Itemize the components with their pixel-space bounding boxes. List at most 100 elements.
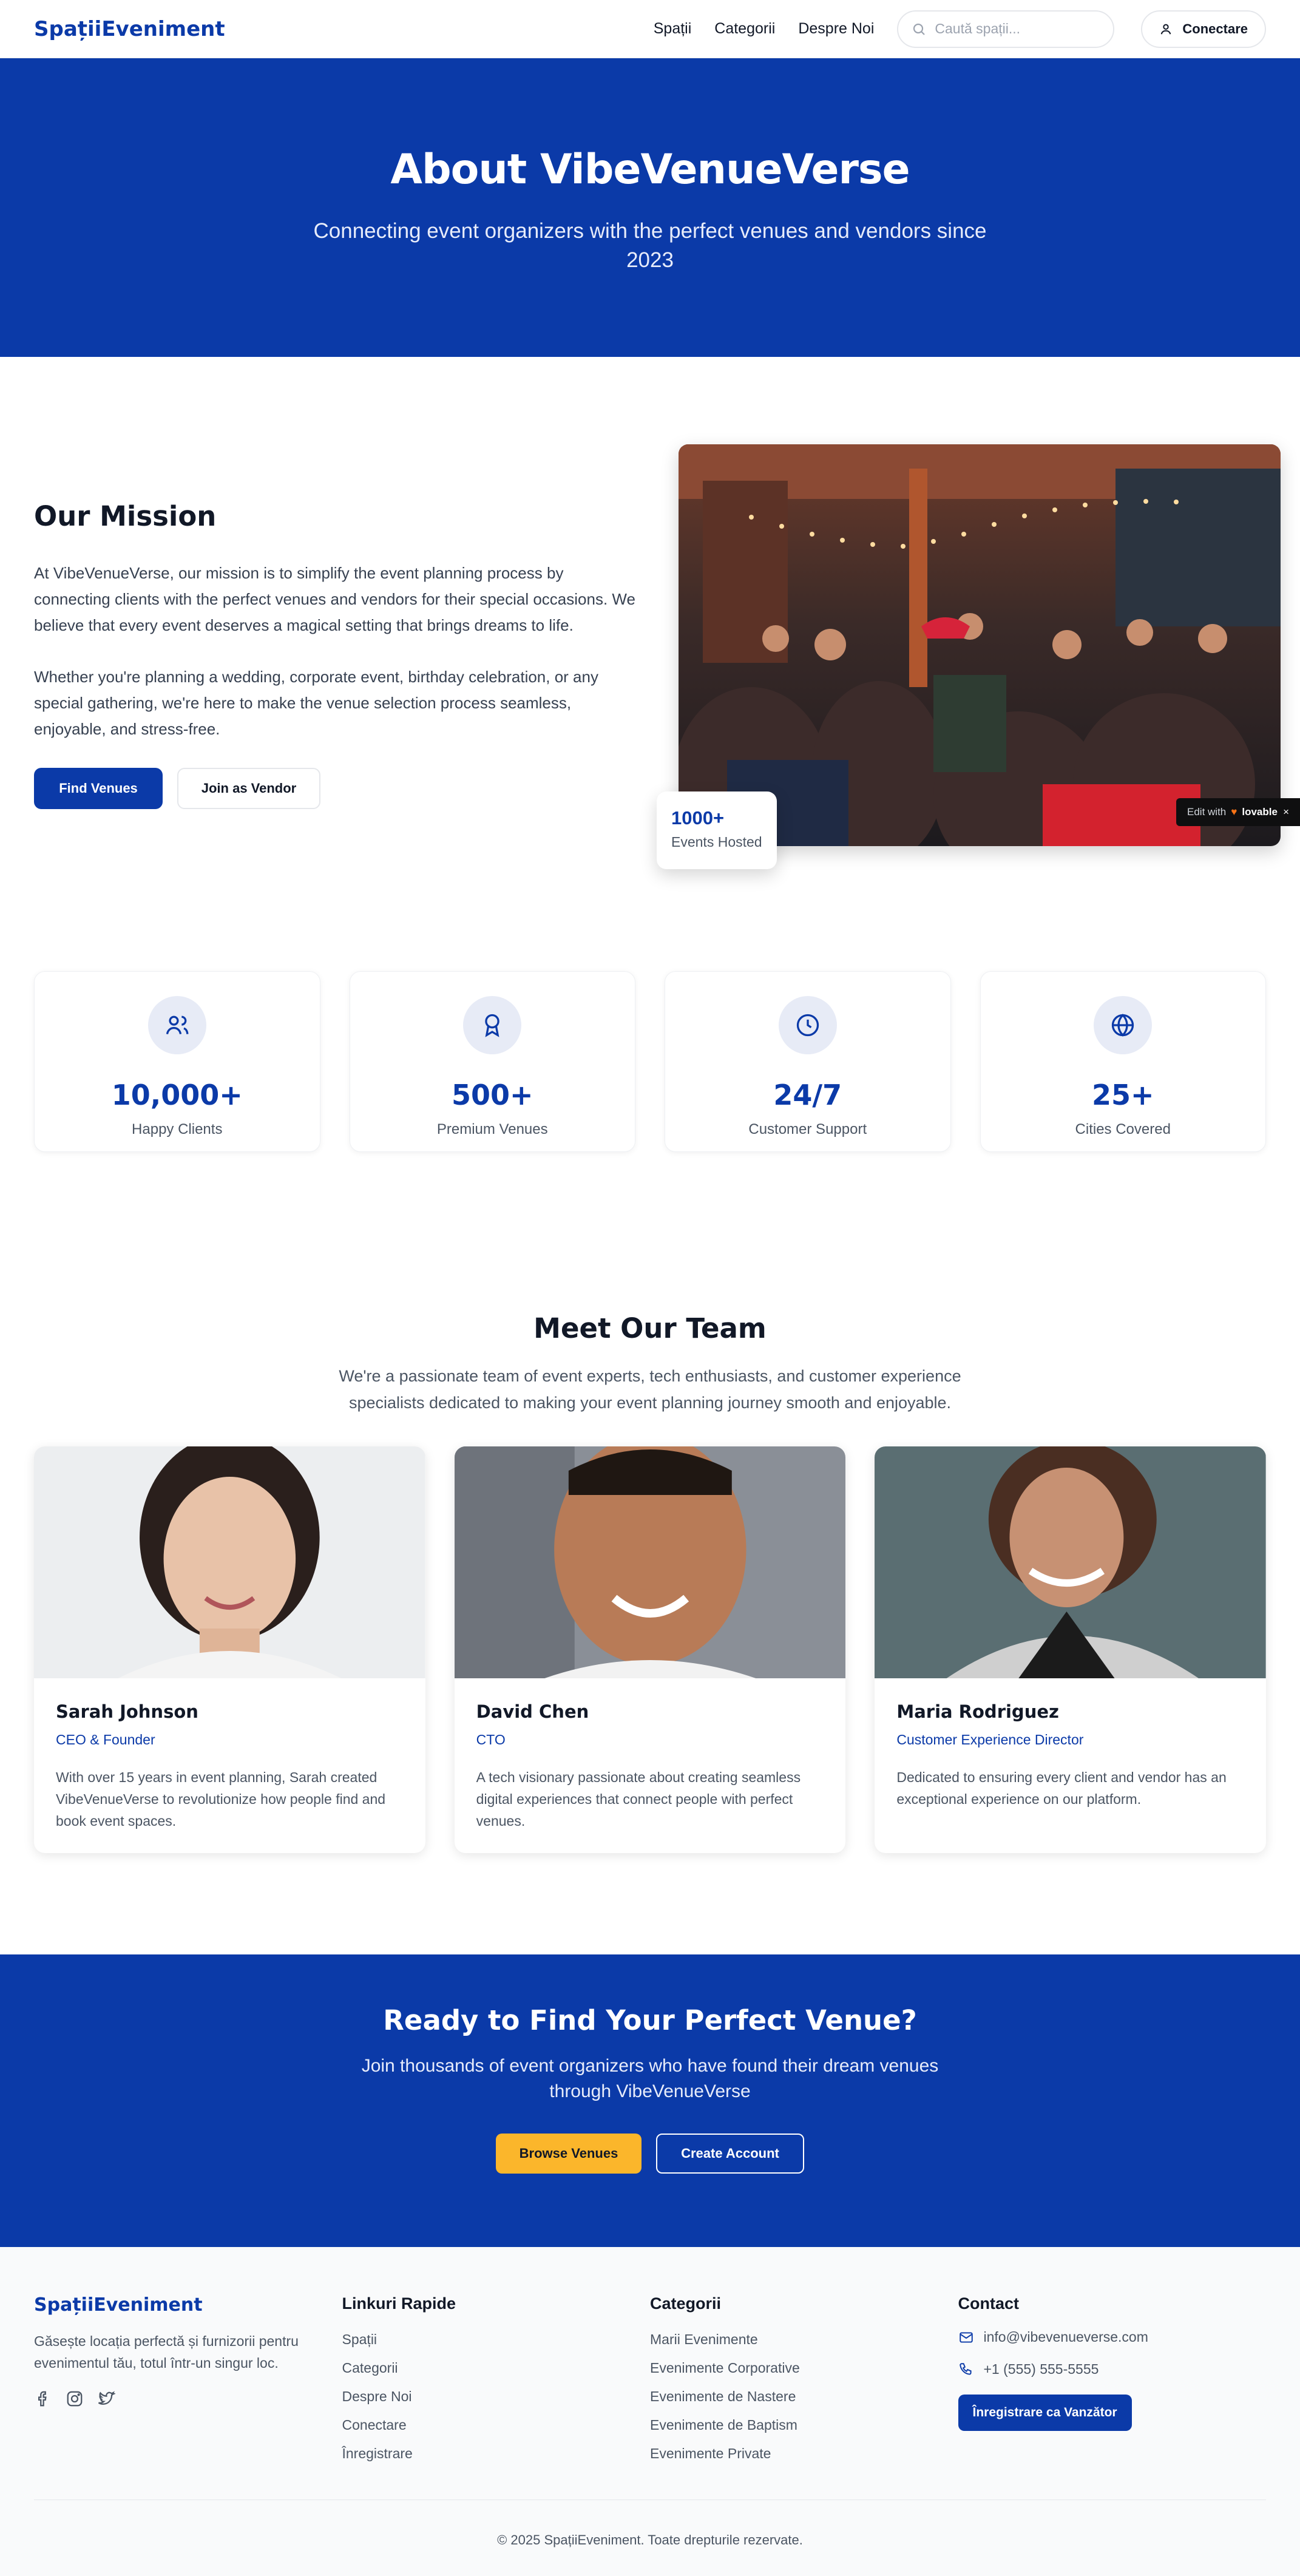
stat-value: 10,000+ <box>111 1079 243 1111</box>
team-subtitle: We're a passionate team of event experts… <box>339 1367 961 1412</box>
nav-link-spatii[interactable]: Spații <box>654 20 692 38</box>
events-hosted-label: Events Hosted <box>671 834 762 850</box>
brand-logo[interactable]: SpațiiEveniment <box>34 17 225 41</box>
footer-categories-column: Categorii Marii Evenimente Evenimente Co… <box>650 2294 958 2462</box>
footer-brand-column: SpațiiEveniment Găsește locația perfectă… <box>34 2294 342 2462</box>
team-card-body: David Chen CTO A tech visionary passiona… <box>455 1678 846 1853</box>
member-role: CTO <box>476 1732 506 1747</box>
team-title: Meet Our Team <box>533 1312 767 1344</box>
stat-label: Cities Covered <box>1075 1121 1171 1137</box>
globe-icon <box>1094 996 1153 1054</box>
mail-icon <box>959 2331 973 2343</box>
team-section: Meet Our Team We're a passionate team of… <box>0 1181 1300 1954</box>
footer-link-categorii[interactable]: Categorii <box>342 2360 651 2376</box>
user-icon <box>1161 24 1171 35</box>
team-card-david: David Chen CTO A tech visionary passiona… <box>454 1446 846 1853</box>
footer-columns: SpațiiEveniment Găsește locația perfectă… <box>34 2294 1266 2462</box>
mission-text: Our Mission At VibeVenueVerse, our missi… <box>34 500 641 809</box>
stat-label: Happy Clients <box>132 1121 223 1137</box>
twitter-icon[interactable] <box>97 2390 115 2408</box>
sarah-portrait-photo <box>34 1446 425 1678</box>
copyright-text: © 2025 SpațiiEveniment. Toate drepturile… <box>497 2532 803 2547</box>
contact-email-text: info@vibevenueverse.com <box>983 2329 1148 2345</box>
social-links <box>34 2390 342 2408</box>
member-role: CEO & Founder <box>56 1732 155 1747</box>
events-hosted-value: 1000+ <box>671 807 725 829</box>
search-icon <box>913 23 926 35</box>
david-portrait-photo <box>454 1446 846 1678</box>
mission-section: Our Mission At VibeVenueVerse, our missi… <box>0 357 1300 971</box>
contact-phone[interactable]: +1 (555) 555-5555 <box>958 2361 1267 2378</box>
search-placeholder: Caută spații... <box>935 21 1021 36</box>
nav-link-categorii[interactable]: Categorii <box>714 20 775 38</box>
facebook-icon[interactable] <box>34 2390 52 2408</box>
users-icon <box>147 996 206 1054</box>
mission-paragraph-2: Whether you're planning a wedding, corpo… <box>34 668 598 738</box>
categories-title: Categorii <box>650 2294 722 2313</box>
login-button[interactable]: Conectare <box>1141 10 1266 48</box>
footer: SpațiiEveniment Găsește locația perfectă… <box>0 2247 1300 2576</box>
nav-link-despre-noi[interactable]: Despre Noi <box>798 20 874 38</box>
nav-links: Spații Categorii Despre Noi Caută spații… <box>654 10 1266 48</box>
browse-venues-button[interactable]: Browse Venues <box>496 2134 642 2174</box>
instagram-icon[interactable] <box>66 2390 84 2408</box>
footer-category-link[interactable]: Evenimente Private <box>650 2446 958 2462</box>
footer-link-despre-noi[interactable]: Despre Noi <box>342 2388 651 2405</box>
login-label: Conectare <box>1182 21 1248 36</box>
contact-email[interactable]: info@vibevenueverse.com <box>958 2329 1267 2345</box>
contact-phone-text: +1 (555) 555-5555 <box>983 2361 1099 2377</box>
hero-subtitle: Connecting event organizers with the per… <box>313 219 987 272</box>
mission-title: Our Mission <box>34 500 217 532</box>
stat-card-cities: 25+ Cities Covered <box>980 971 1266 1152</box>
footer-link-inregistrare[interactable]: Înregistrare <box>342 2446 651 2462</box>
stats-section: 10,000+ Happy Clients 500+ Premium Venue… <box>0 971 1300 1181</box>
footer-category-link[interactable]: Evenimente Corporative <box>650 2360 958 2376</box>
find-venues-button[interactable]: Find Venues <box>34 768 163 809</box>
team-card-maria: Maria Rodriguez Customer Experience Dire… <box>875 1446 1267 1853</box>
stat-card-venues: 500+ Premium Venues <box>349 971 635 1152</box>
cta-section: Ready to Find Your Perfect Venue? Join t… <box>0 1954 1300 2247</box>
footer-brand[interactable]: SpațiiEveniment <box>34 2294 342 2316</box>
search-input[interactable]: Caută spații... <box>897 10 1115 48</box>
maria-portrait-photo <box>875 1446 1267 1678</box>
edit-with-lovable-badge[interactable]: Edit with ♥ lovable × <box>1176 798 1300 826</box>
lovable-prefix: Edit with <box>1187 806 1227 818</box>
quick-links-title: Linkuri Rapide <box>342 2294 456 2313</box>
hero-title: About VibeVenueVerse <box>390 146 910 194</box>
contact-title: Contact <box>958 2294 1020 2313</box>
close-icon[interactable]: × <box>1283 806 1289 818</box>
join-vendor-button[interactable]: Join as Vendor <box>177 768 320 809</box>
stat-label: Customer Support <box>748 1121 867 1137</box>
footer-link-conectare[interactable]: Conectare <box>342 2417 651 2433</box>
heart-icon: ♥ <box>1231 806 1237 818</box>
footer-category-link[interactable]: Marii Evenimente <box>650 2331 958 2348</box>
create-account-button[interactable]: Create Account <box>656 2134 804 2174</box>
clock-icon <box>778 996 837 1054</box>
hero-section: About VibeVenueVerse Connecting event or… <box>0 58 1300 357</box>
team-card-body: Sarah Johnson CEO & Founder With over 15… <box>34 1678 425 1853</box>
register-vendor-button[interactable]: Înregistrare ca Vanzător <box>958 2395 1132 2431</box>
stat-value: 500+ <box>451 1079 533 1111</box>
top-nav: SpațiiEveniment Spații Categorii Despre … <box>0 0 1300 58</box>
footer-quick-links-column: Linkuri Rapide Spații Categorii Despre N… <box>342 2294 651 2462</box>
mission-paragraph-1: At VibeVenueVerse, our mission is to sim… <box>34 564 635 634</box>
footer-category-link[interactable]: Evenimente de Nastere <box>650 2388 958 2405</box>
footer-link-spatii[interactable]: Spații <box>342 2331 651 2348</box>
categories-list: Marii Evenimente Evenimente Corporative … <box>650 2331 958 2462</box>
team-cards: Sarah Johnson CEO & Founder With over 15… <box>0 1446 1300 1853</box>
team-card-body: Maria Rodriguez Customer Experience Dire… <box>875 1678 1266 1833</box>
footer-category-link[interactable]: Evenimente de Baptism <box>650 2417 958 2433</box>
mission-buttons: Find Venues Join as Vendor <box>34 768 641 809</box>
member-bio: A tech visionary passionate about creati… <box>476 1769 801 1829</box>
phone-icon <box>959 2362 972 2375</box>
quick-links-list: Spații Categorii Despre Noi Conectare În… <box>342 2331 651 2462</box>
member-bio: Dedicated to ensuring every client and v… <box>896 1769 1227 1807</box>
stat-label: Premium Venues <box>436 1121 548 1137</box>
member-name: Sarah Johnson <box>56 1701 198 1722</box>
footer-contact-column: Contact info@vibevenueverse.com +1 (555)… <box>958 2294 1267 2462</box>
stat-card-clients: 10,000+ Happy Clients <box>34 971 320 1152</box>
cta-subtitle: Join thousands of event organizers who h… <box>361 2056 939 2101</box>
team-card-sarah: Sarah Johnson CEO & Founder With over 15… <box>34 1446 425 1853</box>
lovable-brand: lovable <box>1242 806 1278 818</box>
footer-tagline: Găsește locația perfectă și furnizorii p… <box>34 2333 299 2371</box>
